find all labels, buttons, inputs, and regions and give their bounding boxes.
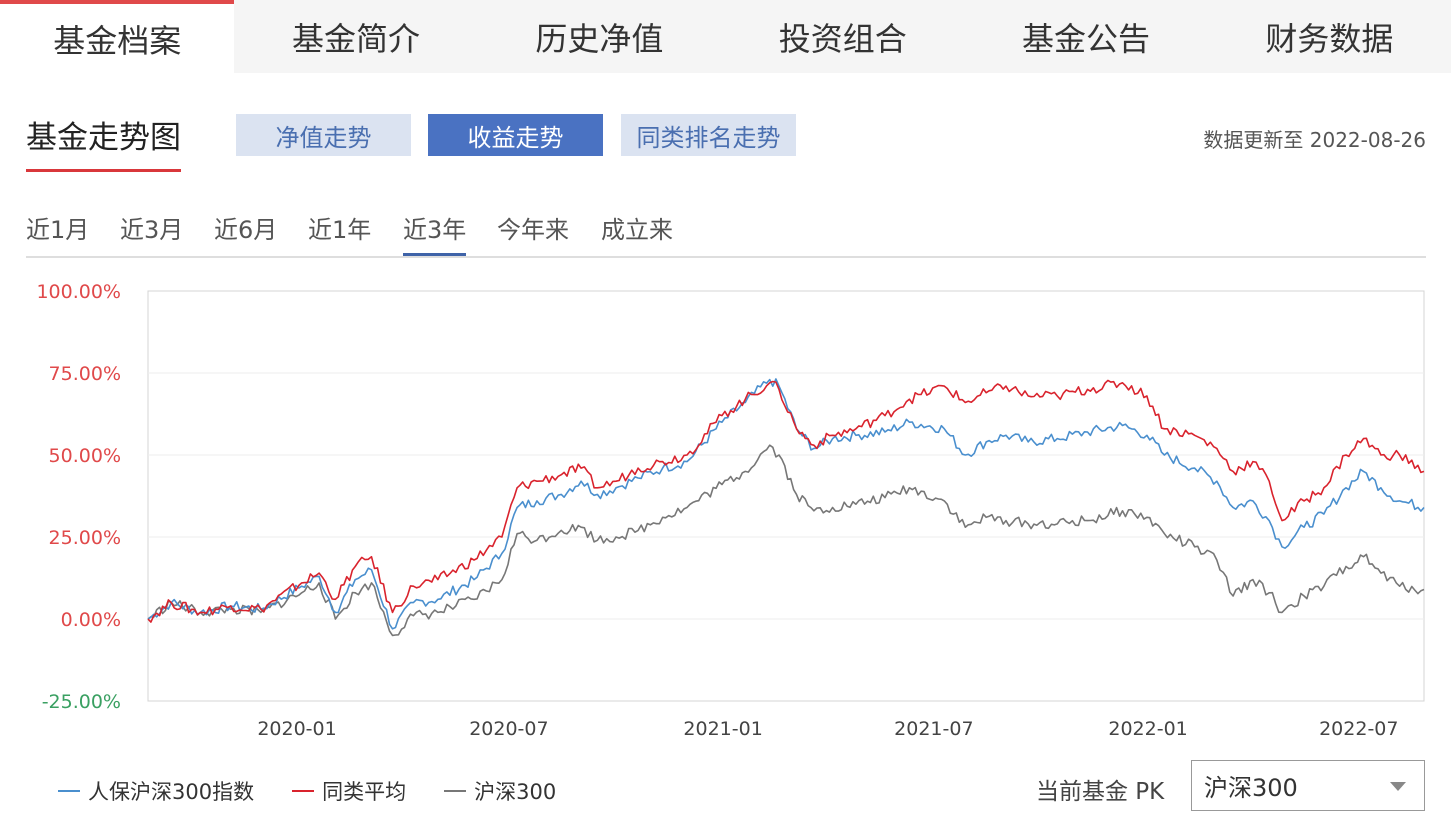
x-tick-label: 2022-07 (1319, 718, 1398, 740)
peer-rank-trend-button[interactable]: 同类排名走势 (621, 114, 796, 156)
tab-fund-intro[interactable]: 基金简介 (234, 0, 477, 73)
legend-swatch-csi300 (444, 790, 467, 792)
y-tick-label: 75.00% (49, 363, 121, 385)
x-tick-label: 2020-01 (257, 718, 336, 740)
chevron-down-icon (1390, 782, 1406, 791)
range-3y[interactable]: 近3年 (403, 210, 467, 256)
legend-item-csi300[interactable]: 沪深300 (444, 776, 556, 806)
legend-item-fund[interactable]: 人保沪深300指数 (58, 776, 254, 806)
x-tick-label: 2022-01 (1108, 718, 1187, 740)
return-trend-chart: 100.00% 75.00% 50.00% 25.00% 0.00% -25.00% 20… (36, 281, 1425, 740)
x-tick-label: 2021-07 (894, 718, 973, 740)
y-tick-label: -25.00% (42, 691, 121, 713)
pk-selected-value: 沪深300 (1204, 774, 1298, 802)
legend-label-csi300: 沪深300 (474, 780, 557, 804)
legend-item-peer-average[interactable]: 同类平均 (292, 776, 406, 806)
pk-benchmark-select[interactable]: 沪深300 (1191, 760, 1425, 811)
y-tick-label: 50.00% (49, 445, 121, 467)
tab-portfolio[interactable]: 投资组合 (721, 0, 964, 73)
range-6m[interactable]: 近6月 (214, 210, 277, 254)
y-tick-label: 25.00% (49, 527, 121, 549)
section-title: 基金走势图 (26, 112, 181, 172)
tab-announcements[interactable]: 基金公告 (964, 0, 1207, 73)
legend-swatch-peer-average (292, 790, 315, 792)
x-tick-label: 2020-07 (469, 718, 548, 740)
range-ytd[interactable]: 今年来 (497, 210, 569, 254)
plot-frame (147, 290, 1425, 702)
tab-history-nav[interactable]: 历史净值 (478, 0, 721, 73)
pk-label: 当前基金 PK (1036, 779, 1165, 805)
legend-label-fund: 人保沪深300指数 (88, 780, 255, 804)
tab-fund-profile[interactable]: 基金档案 (0, 0, 235, 73)
range-since-inception[interactable]: 成立来 (601, 210, 673, 254)
range-1y[interactable]: 近1年 (308, 210, 371, 254)
y-tick-label: 0.00% (61, 609, 121, 631)
range-1m[interactable]: 近1月 (26, 210, 89, 254)
range-tab-bar: 近1月 近3月 近6月 近1年 近3年 今年来 成立来 (26, 210, 1426, 258)
legend-label-peer-average: 同类平均 (322, 780, 407, 804)
tab-financial-data[interactable]: 财务数据 (1208, 0, 1451, 73)
chart-legend: 人保沪深300指数 同类平均 沪深300 (58, 776, 594, 806)
series-line-1 (147, 379, 1425, 623)
y-tick-label: 100.00% (36, 281, 121, 303)
range-3m[interactable]: 近3月 (120, 210, 183, 254)
legend-swatch-fund (58, 790, 80, 792)
nav-trend-button[interactable]: 净值走势 (236, 114, 411, 156)
x-tick-label: 2021-01 (683, 718, 762, 740)
top-tab-bar: 基金档案 基金简介 历史净值 投资组合 基金公告 财务数据 (0, 0, 1451, 73)
update-timestamp: 数据更新至 2022-08-26 (1203, 128, 1426, 152)
return-trend-button[interactable]: 收益走势 (428, 114, 603, 156)
